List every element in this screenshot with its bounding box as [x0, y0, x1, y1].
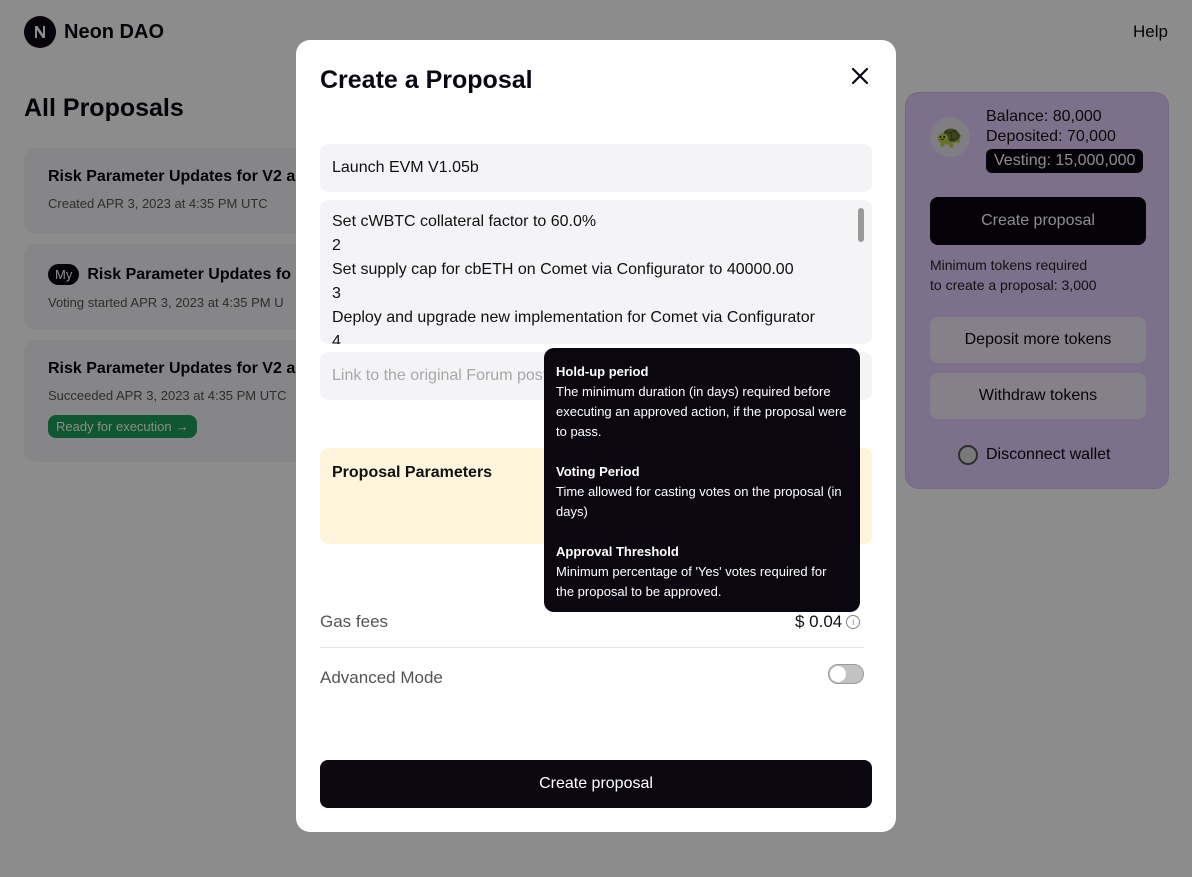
info-icon[interactable]: i [846, 615, 861, 629]
proposal-description-textarea[interactable]: Set cWBTC collateral factor to 60.0% 2 Set… [320, 200, 872, 344]
description-line: 4 [332, 333, 341, 344]
modal-title: Create a Proposal [320, 66, 533, 94]
close-icon[interactable] [848, 64, 872, 88]
description-line: Set supply cap for cbETH on Comet via Co… [332, 261, 794, 278]
tooltip-text: Minimum percentage of 'Yes' votes requir… [556, 564, 827, 599]
description-line: Deploy and upgrade new implementation fo… [332, 309, 815, 326]
gas-fees-label: Gas fees [320, 612, 389, 631]
tooltip-text: The minimum duration (in days) required … [556, 384, 847, 439]
tooltip-heading: Hold-up period [556, 364, 649, 379]
gas-fees-value: $ 0.04 i [795, 612, 861, 632]
tooltip-heading: Voting Period [556, 464, 640, 479]
advanced-mode-label: Advanced Mode [320, 668, 443, 687]
divider [320, 647, 864, 648]
description-line: 3 [332, 285, 341, 302]
scrollbar-thumb[interactable] [858, 208, 864, 242]
parameters-tooltip: Hold-up period The minimum duration (in … [544, 348, 860, 612]
advanced-mode-toggle[interactable] [828, 664, 864, 684]
gas-fees-amount: $ 0.04 [795, 612, 843, 631]
tooltip-heading: Approval Threshold [556, 544, 679, 559]
tooltip-text: Time allowed for casting votes on the pr… [556, 484, 842, 519]
description-line: 2 [332, 237, 341, 254]
description-line: Set cWBTC collateral factor to 60.0% [332, 213, 597, 230]
create-proposal-button[interactable]: Create proposal [320, 760, 872, 808]
toggle-knob [830, 666, 846, 682]
proposal-title-input[interactable]: Launch EVM V1.05b [320, 144, 872, 192]
